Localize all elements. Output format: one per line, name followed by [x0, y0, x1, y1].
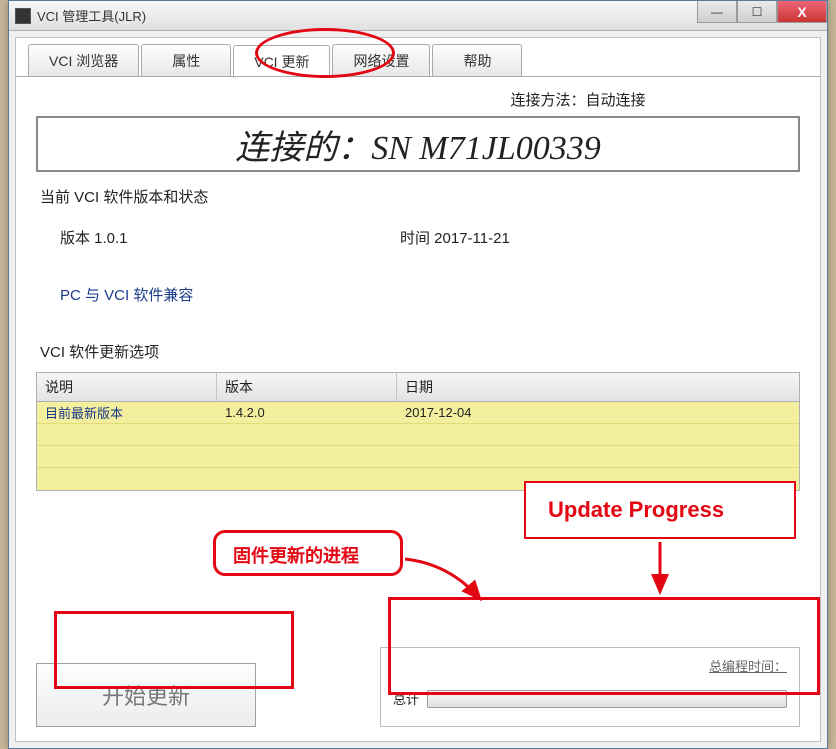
tab-browser[interactable]: VCI 浏览器	[28, 44, 139, 77]
maximize-button[interactable]: ☐	[737, 1, 777, 23]
update-options-title: VCI 软件更新选项	[40, 341, 800, 362]
table-row	[37, 446, 799, 468]
client-area: VCI 浏览器 属性 VCI 更新 网络设置 帮助 连接方法：自动连接 连接的：…	[15, 37, 821, 742]
connection-method-label: 连接方法：自动连接	[356, 89, 800, 110]
tab-body-update: 连接方法：自动连接 连接的：SN M71JL00339 当前 VCI 软件版本和…	[16, 76, 820, 739]
progress-bar	[427, 690, 787, 708]
bottom-area: 开始更新 总编程时间： 总计	[36, 647, 800, 727]
td-version: 1.4.2.0	[217, 403, 397, 422]
td-description: 目前最新版本	[37, 401, 217, 424]
tab-update[interactable]: VCI 更新	[233, 45, 330, 78]
progress-row: 总计	[393, 689, 787, 708]
total-time-label: 总编程时间：	[393, 656, 787, 675]
td-date: 2017-12-04	[397, 403, 799, 422]
current-time-label: 时间 2017-11-21	[400, 227, 510, 248]
table-body: 目前最新版本 1.4.2.0 2017-12-04	[37, 402, 799, 490]
current-section-title: 当前 VCI 软件版本和状态	[40, 186, 800, 207]
close-button[interactable]: X	[777, 1, 827, 23]
current-version-label: 版本 1.0.1	[60, 227, 400, 248]
tab-properties[interactable]: 属性	[141, 44, 231, 77]
app-icon	[15, 8, 31, 24]
compatibility-text: PC 与 VCI 软件兼容	[60, 284, 800, 305]
app-window: VCI 管理工具(JLR) — ☐ X VCI 浏览器 属性 VCI 更新 网络…	[8, 0, 828, 749]
titlebar: VCI 管理工具(JLR) — ☐ X	[9, 1, 827, 31]
th-date: 日期	[397, 373, 799, 401]
progress-total-label: 总计	[393, 689, 419, 708]
table-row[interactable]: 目前最新版本 1.4.2.0 2017-12-04	[37, 402, 799, 424]
table-row	[37, 468, 799, 490]
table-header-row: 说明 版本 日期	[37, 373, 799, 402]
window-title: VCI 管理工具(JLR)	[37, 6, 146, 25]
start-update-button[interactable]: 开始更新	[36, 663, 256, 727]
titlebar-buttons: — ☐ X	[697, 1, 827, 23]
version-row: 版本 1.0.1 时间 2017-11-21	[60, 227, 800, 248]
th-description: 说明	[37, 373, 217, 401]
minimize-button[interactable]: —	[697, 1, 737, 23]
connection-banner: 连接的：SN M71JL00339	[36, 116, 800, 172]
table-row	[37, 424, 799, 446]
tab-network[interactable]: 网络设置	[332, 44, 430, 77]
tabstrip: VCI 浏览器 属性 VCI 更新 网络设置 帮助	[28, 44, 820, 77]
th-version: 版本	[217, 373, 397, 401]
progress-group: 总编程时间： 总计	[380, 647, 800, 727]
update-table: 说明 版本 日期 目前最新版本 1.4.2.0 2017-12-04	[36, 372, 800, 491]
tab-help[interactable]: 帮助	[432, 44, 522, 77]
